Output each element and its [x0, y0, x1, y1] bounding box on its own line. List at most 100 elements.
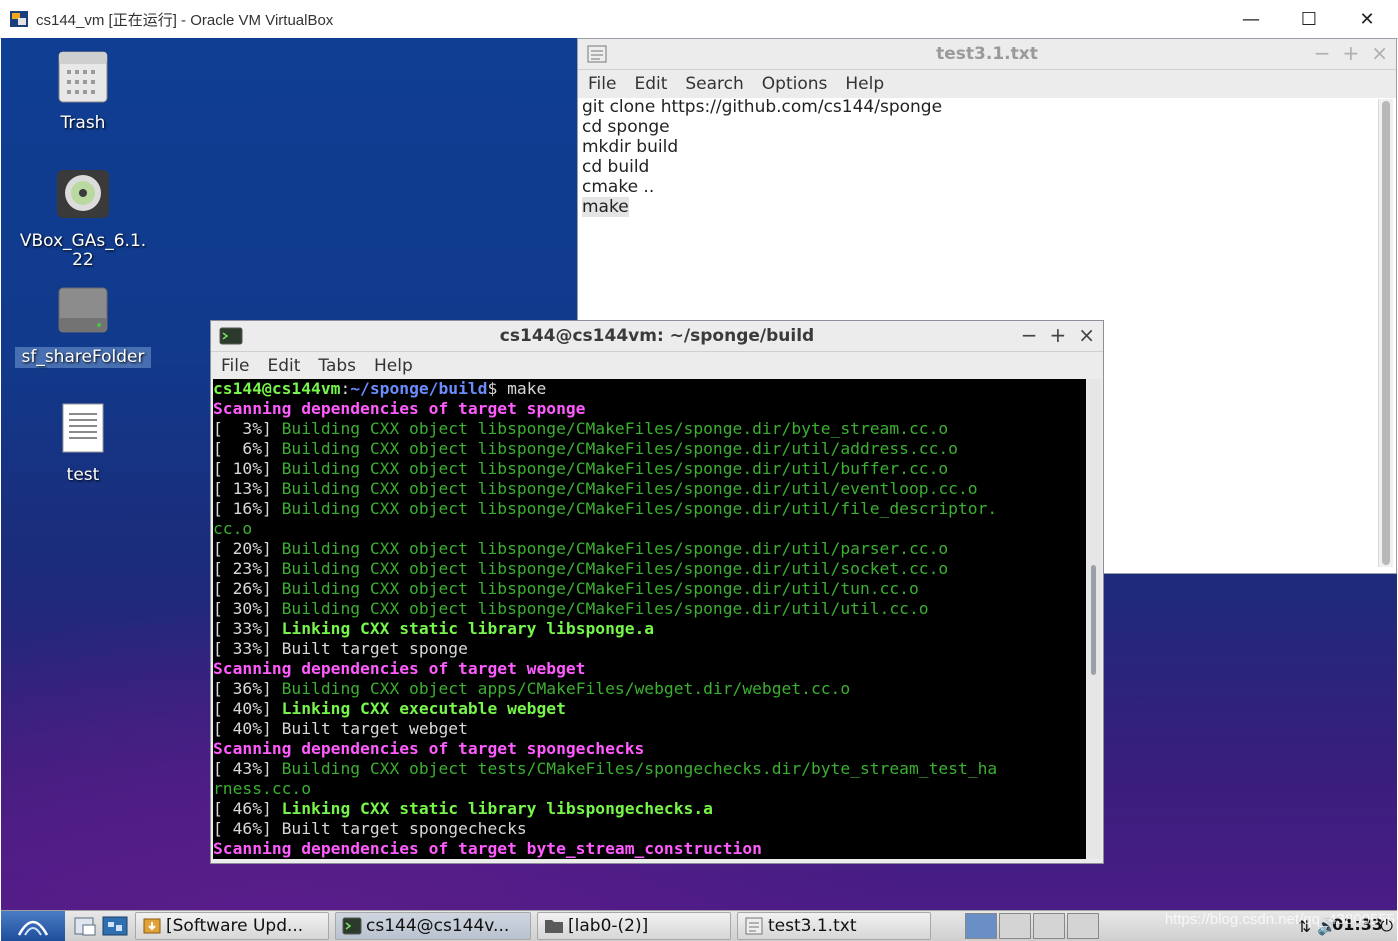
- build-message: Building CXX object libsponge/CMakeFiles…: [281, 499, 998, 518]
- menu-help[interactable]: Help: [845, 74, 884, 94]
- build-message: Building CXX object libsponge/CMakeFiles…: [281, 479, 978, 498]
- terminal-icon: [219, 327, 243, 345]
- build-percentage: [ 33%]: [213, 639, 282, 658]
- terminal-scrollbar[interactable]: [1087, 379, 1101, 859]
- task-text-editor[interactable]: test3.1.txt: [737, 912, 931, 940]
- workspace-3[interactable]: [1033, 913, 1065, 939]
- terminal-maximize-icon[interactable]: +: [1049, 323, 1066, 347]
- file-manager-icon: [74, 917, 96, 936]
- virtualbox-titlebar: cs144_vm [正在运行] - Oracle VM VirtualBox —…: [0, 0, 1398, 39]
- minimize-button[interactable]: —: [1222, 0, 1280, 38]
- build-percentage: [ 46%]: [213, 799, 282, 818]
- menu-edit[interactable]: Edit: [634, 74, 667, 94]
- show-desktop-icon: [102, 916, 128, 936]
- build-message: Building CXX object apps/CMakeFiles/webg…: [281, 679, 851, 698]
- software-update-icon: [143, 918, 161, 934]
- desktop-icon-sf-sharefolder[interactable]: sf_shareFolder: [15, 284, 151, 368]
- desktop-icon-label: Trash: [60, 113, 106, 133]
- build-percentage: [ 36%]: [213, 679, 282, 698]
- terminal-output-line: Scanning dependencies of target spongech…: [213, 739, 1086, 759]
- folder-icon: [545, 920, 563, 933]
- window-title: cs144_vm [正在运行] - Oracle VM VirtualBox: [36, 11, 334, 29]
- editor-close-icon[interactable]: ×: [1371, 41, 1388, 65]
- task-file-manager[interactable]: [lab0-(2)]: [537, 912, 731, 940]
- editor-scrollbar[interactable]: [1378, 99, 1393, 567]
- prompt-user: cs144@cs144vm: [213, 379, 341, 398]
- build-message: Building CXX object libsponge/CMakeFiles…: [281, 559, 949, 578]
- build-message: cc.o: [213, 519, 253, 538]
- build-message: Building CXX object libsponge/CMakeFiles…: [281, 539, 949, 558]
- start-menu-button[interactable]: [1, 911, 65, 941]
- close-icon: ✕: [1359, 8, 1375, 30]
- terminal-window: cs144@cs144vm: ~/sponge/build − + × File…: [210, 320, 1104, 864]
- terminal-minimize-icon[interactable]: −: [1021, 323, 1038, 347]
- maximize-button[interactable]: ☐: [1280, 0, 1338, 38]
- workspace-2[interactable]: [999, 913, 1031, 939]
- minimize-icon: —: [1242, 8, 1260, 30]
- editor-line: cd sponge: [582, 117, 670, 137]
- close-button[interactable]: ✕: [1338, 0, 1396, 38]
- editor-line: git clone https://github.com/cs144/spong…: [582, 97, 943, 117]
- build-percentage: [ 16%]: [213, 499, 282, 518]
- editor-titlebar[interactable]: test3.1.txt − + ×: [578, 39, 1396, 70]
- desktop-icon-trash[interactable]: Trash: [15, 50, 151, 134]
- build-message: Built target spongechecks: [281, 819, 527, 838]
- menu-search[interactable]: Search: [685, 74, 743, 94]
- desktop-icon-label: test: [66, 465, 100, 485]
- build-message: rness.cc.o: [213, 779, 312, 798]
- text-file-icon: [62, 403, 104, 453]
- build-percentage: [ 3%]: [213, 419, 282, 438]
- menu-file[interactable]: File: [221, 356, 249, 376]
- desktop-icon-label: sf_shareFolder: [15, 347, 151, 368]
- workspace-1[interactable]: [965, 913, 997, 939]
- build-message: Linking CXX static library libspongechec…: [281, 799, 713, 818]
- task-terminal[interactable]: cs144@cs144v...: [335, 912, 531, 940]
- build-message: Scanning dependencies of target byte_str…: [213, 839, 762, 858]
- terminal-scroll-thumb[interactable]: [1091, 565, 1096, 675]
- desktop-icon-vbox-gas[interactable]: VBox_GAs_6.1.22: [15, 168, 151, 271]
- terminal-title: cs144@cs144vm: ~/sponge/build: [499, 326, 815, 346]
- task-software-updater[interactable]: [Software Upd...: [135, 912, 329, 940]
- menu-tabs[interactable]: Tabs: [318, 356, 356, 376]
- text-editor-icon: [587, 45, 607, 63]
- editor-maximize-icon[interactable]: +: [1342, 41, 1359, 65]
- editor-minimize-icon[interactable]: −: [1314, 41, 1331, 65]
- terminal-close-icon[interactable]: ×: [1078, 323, 1095, 347]
- desktop-icon-test[interactable]: test: [15, 402, 151, 486]
- editor-line: mkdir build: [582, 137, 679, 157]
- menu-help[interactable]: Help: [374, 356, 413, 376]
- build-message: Built target webget: [281, 719, 468, 738]
- editor-menubar: File Edit Search Options Help: [578, 70, 1396, 98]
- editor-current-line: make: [582, 197, 629, 217]
- terminal-output[interactable]: cs144@cs144vm:~/sponge/build$ make Scann…: [213, 379, 1086, 859]
- workspace-4[interactable]: [1067, 913, 1099, 939]
- prompt-path: ~/sponge/build: [350, 379, 488, 398]
- terminal-output-line: [ 3%] Building CXX object libsponge/CMak…: [213, 419, 1086, 439]
- maximize-icon: ☐: [1300, 8, 1318, 30]
- taskbar: [Software Upd... cs144@cs144v... [lab0-(…: [1, 910, 1397, 941]
- build-percentage: [ 40%]: [213, 699, 282, 718]
- terminal-output-line: [ 33%] Linking CXX static library libspo…: [213, 619, 1086, 639]
- terminal-titlebar[interactable]: cs144@cs144vm: ~/sponge/build − + ×: [211, 321, 1103, 352]
- build-message: Building CXX object libsponge/CMakeFiles…: [281, 579, 919, 598]
- terminal-output-line: [ 23%] Building CXX object libsponge/CMa…: [213, 559, 1086, 579]
- task-label: test3.1.txt: [768, 916, 857, 936]
- optical-disc-icon: [57, 170, 109, 218]
- terminal-menubar: File Edit Tabs Help: [211, 352, 1103, 380]
- build-percentage: [ 20%]: [213, 539, 282, 558]
- terminal-output-line: [ 20%] Building CXX object libsponge/CMa…: [213, 539, 1086, 559]
- build-percentage: [ 40%]: [213, 719, 282, 738]
- guest-desktop: Trash VBox_GAs_6.1.22 sf_shareFolder tes: [1, 38, 1397, 910]
- build-message: Building CXX object libsponge/CMakeFiles…: [281, 459, 949, 478]
- menu-file[interactable]: File: [588, 74, 616, 94]
- power-icon[interactable]: ⏻: [1380, 916, 1393, 936]
- menu-options[interactable]: Options: [762, 74, 828, 94]
- menu-edit[interactable]: Edit: [267, 356, 300, 376]
- task-label: [lab0-(2)]: [568, 916, 649, 936]
- build-percentage: [ 6%]: [213, 439, 282, 458]
- terminal-output-line: Scanning dependencies of target byte_str…: [213, 839, 1086, 859]
- editor-scroll-thumb[interactable]: [1382, 101, 1390, 565]
- desktop-switch-launcher[interactable]: [101, 913, 129, 939]
- build-message: Built target sponge: [281, 639, 468, 658]
- file-manager-launcher[interactable]: [71, 913, 99, 939]
